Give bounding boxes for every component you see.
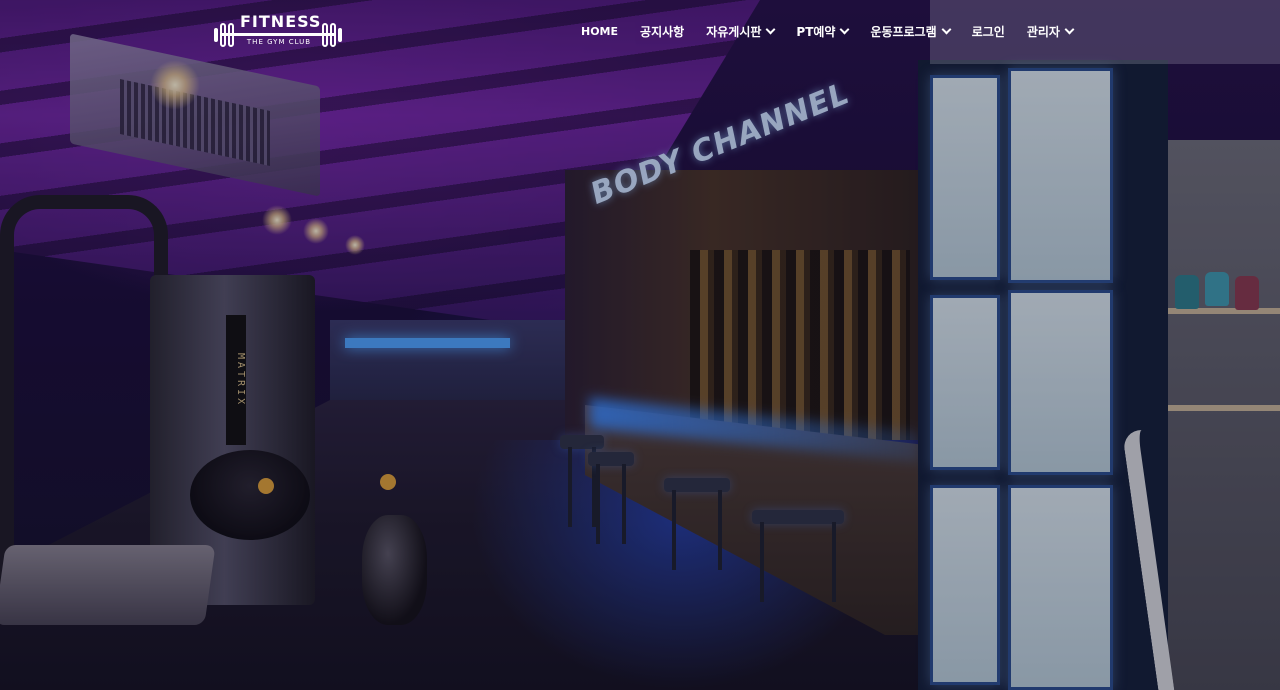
nav-exercise-program[interactable]: 운동프로그램 — [870, 23, 952, 40]
nav-exercise-program-label: 운동프로그램 — [870, 24, 937, 39]
main-nav: HOME 공지사항 자유게시판 PT예약 운동프로그램 로그인 관리자 — [570, 0, 1084, 62]
barbell-plate — [220, 23, 226, 47]
nav-home-label: HOME — [581, 24, 619, 38]
nav-home[interactable]: HOME — [581, 25, 618, 38]
chevron-down-icon — [840, 24, 850, 35]
nav-free-board[interactable]: 자유게시판 — [706, 23, 776, 40]
nav-admin-label: 관리자 — [1026, 24, 1060, 39]
nav-pt-reservation-label: PT예약 — [796, 24, 836, 39]
nav-login[interactable]: 로그인 — [972, 23, 1005, 40]
site-header: FITNESS THE GYM CLUB HOME 공지사항 자유게시판 PT예… — [0, 0, 1280, 64]
barbell-plate — [228, 23, 234, 47]
nav-notice-label: 공지사항 — [640, 24, 685, 39]
nav-free-board-label: 자유게시판 — [706, 24, 762, 39]
hero-background-image: BODY CHANNEL MATRIX — [0, 0, 1280, 690]
chevron-down-icon — [1064, 24, 1075, 35]
barbell-plate — [322, 23, 328, 47]
logo-subtitle: THE GYM CLUB — [246, 38, 312, 46]
chevron-down-icon — [765, 24, 776, 35]
nav-pt-reservation[interactable]: PT예약 — [796, 23, 850, 40]
site-logo[interactable]: FITNESS THE GYM CLUB — [212, 12, 344, 54]
logo-title: FITNESS — [240, 12, 322, 31]
barbell-cap — [214, 28, 218, 42]
barbell-cap — [338, 28, 342, 42]
image-overlay — [0, 0, 1280, 690]
barbell-plate — [330, 23, 336, 47]
barbell-bar — [220, 33, 334, 36]
nav-notice[interactable]: 공지사항 — [640, 23, 684, 40]
chevron-down-icon — [941, 24, 952, 35]
nav-login-label: 로그인 — [971, 24, 1005, 39]
nav-admin[interactable]: 관리자 — [1026, 23, 1075, 40]
